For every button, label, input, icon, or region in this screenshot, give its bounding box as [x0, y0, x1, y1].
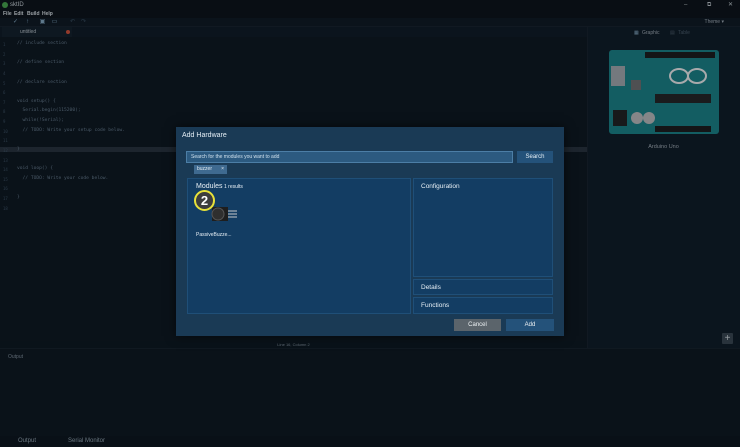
module-card-passive-buzzer[interactable]: PassiveBuzze... 2 [194, 190, 237, 243]
configuration-panel: Configuration [413, 178, 553, 277]
module-name: PassiveBuzze... [196, 232, 232, 238]
dialog-title: Add Hardware [182, 132, 227, 139]
search-button[interactable]: Search [517, 151, 553, 163]
configuration-header: Configuration [421, 183, 460, 190]
module-search-input[interactable]: Search for the modules you want to add [186, 151, 513, 163]
chip-close-icon[interactable]: × [221, 165, 224, 174]
filter-chip-buzzer[interactable]: buzzer × [194, 165, 227, 174]
modules-count: 1 results [224, 184, 243, 190]
cancel-button[interactable]: Cancel [454, 319, 501, 331]
add-button[interactable]: Add [506, 319, 554, 331]
details-header: Details [421, 284, 441, 291]
filter-chip-label: buzzer [197, 166, 213, 172]
modules-panel: Modules 1 results PassiveBuzze... 2 [187, 178, 411, 314]
functions-header: Functions [421, 302, 450, 309]
add-hardware-dialog: Add Hardware Search for the modules you … [176, 127, 564, 336]
step-marker: 2 [194, 190, 215, 211]
functions-section[interactable]: Functions [413, 297, 553, 314]
modules-header: Modules [196, 183, 223, 190]
details-section[interactable]: Details [413, 279, 553, 295]
